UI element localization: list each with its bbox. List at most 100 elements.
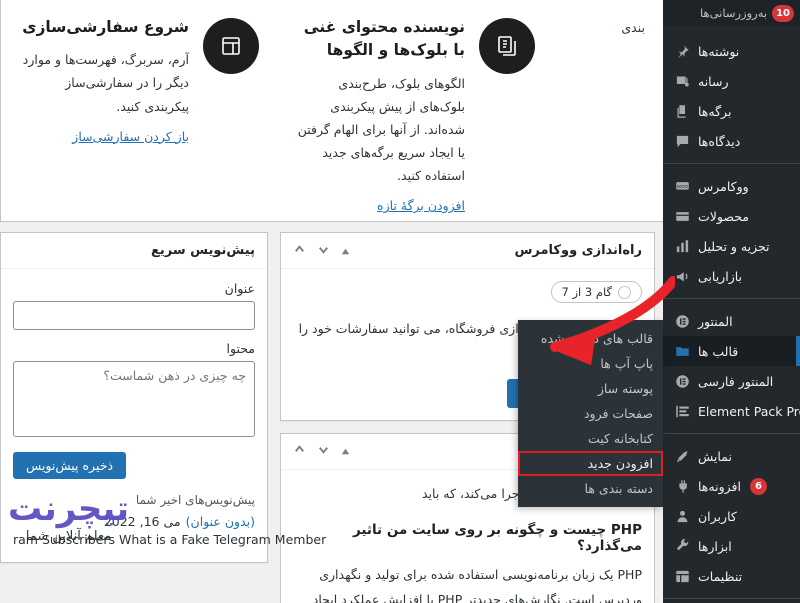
sidebar-separator xyxy=(663,298,800,299)
sidebar-item-label: المنتور فارسی xyxy=(698,373,774,389)
sidebar-item-label: بازاریابی xyxy=(698,268,743,284)
sidebar-item-10[interactable]: المنتور فارسی xyxy=(663,366,800,396)
plugins-icon xyxy=(673,477,691,495)
sidebar-item-label: افزونه‌ها xyxy=(698,478,741,494)
open-customizer-link[interactable]: باز کردن سفارشی‌ساز xyxy=(72,129,189,144)
svg-text:WOO: WOO xyxy=(677,183,689,188)
sidebar-item-label: المنتور xyxy=(698,313,733,329)
pin-icon xyxy=(673,42,691,60)
sidebar-item-label: ابزارها xyxy=(698,538,732,554)
quick-draft-content-textarea[interactable] xyxy=(13,361,255,437)
templates-icon xyxy=(673,342,691,360)
add-new-page-link[interactable]: افزودن برگهٔ تازه xyxy=(377,198,465,213)
analytics-icon xyxy=(673,237,691,255)
recent-draft-excerpt: ram Subscribers What is a Fake Telegram … xyxy=(13,532,327,547)
chevron-up-icon[interactable] xyxy=(293,243,306,259)
sidebar-separator xyxy=(663,433,800,434)
widget-quick-draft-header: پیش‌نویس سریع xyxy=(1,233,267,269)
sidebar-menu: نوشته‌ها رسانه برگه‌ها دیدگاه‌ها ووکامرس WOO م… xyxy=(663,36,800,603)
sidebar-item-label: ووکامرس xyxy=(698,178,749,194)
sidebar-top-gap xyxy=(663,26,800,36)
submenu-item-5[interactable]: افزودن جدید xyxy=(518,451,663,476)
templates-submenu-flyout: قالب های ذخیره شده پاپ آپ ها پوسته ساز صفحا… xyxy=(518,320,663,507)
sidebar-item-2[interactable]: برگه‌ها xyxy=(663,96,800,126)
submenu-item-3[interactable]: صفحات فرود xyxy=(518,401,663,426)
sidebar-item-3[interactable]: دیدگاه‌ها xyxy=(663,126,800,156)
sidebar-separator xyxy=(663,598,800,599)
elementor-icon xyxy=(673,312,691,330)
sidebar-item-label: Element Pack Pro xyxy=(698,403,800,419)
submenu-item-2[interactable]: پوسته ساز xyxy=(518,376,663,401)
sidebar-item-15[interactable]: ابزارها xyxy=(663,531,800,561)
dashboard-screen: بندی نویسنده محتوای غنی با بلوک‌ها و الگ… xyxy=(0,0,800,603)
widget-order-up-icon[interactable] xyxy=(341,243,350,259)
woo-icon: WOO xyxy=(673,177,691,195)
widget-site-health-controls xyxy=(293,443,350,459)
sidebar-item-count-badge: 6 xyxy=(749,477,767,495)
woocommerce-step-badge: گام 3 از 7 xyxy=(550,281,642,303)
admin-sidebar: 10 به‌روزرسانی‌ها نوشته‌ها رسانه برگه‌ها دی… xyxy=(663,0,800,603)
list-item: (بدون عنوان) می 16, 2022 ram Subscribers… xyxy=(13,511,327,550)
sidebar-item-label: برگه‌ها xyxy=(698,103,732,119)
users-icon xyxy=(673,507,691,525)
sidebar-item-7[interactable]: بازاریابی xyxy=(663,261,800,291)
marketing-icon xyxy=(673,267,691,285)
sidebar-item-14[interactable]: کاربران xyxy=(663,501,800,531)
sidebar-item-5[interactable]: محصولات xyxy=(663,201,800,231)
welcome-card-customize: شروع سفارشی‌سازی آرم، سربرگ، فهرست‌ها و … xyxy=(1,16,277,221)
pages-icon xyxy=(673,102,691,120)
recent-draft-date: می 16, 2022 xyxy=(103,514,181,529)
quick-draft-recent: پیش‌نویس‌های اخیر شما (بدون عنوان) می 16… xyxy=(13,479,327,550)
welcome-panel: بندی نویسنده محتوای غنی با بلوک‌ها و الگ… xyxy=(0,0,663,222)
chevron-down-icon[interactable] xyxy=(317,443,330,459)
sidebar-item-label: محصولات xyxy=(698,208,749,224)
quick-draft-content-label: محتوا xyxy=(226,341,255,356)
sidebar-item-6[interactable]: تجزیه و تحلیل xyxy=(663,231,800,261)
sidebar-item-1[interactable]: رسانه xyxy=(663,66,800,96)
recent-draft-title[interactable]: (بدون عنوان) xyxy=(186,514,255,529)
sidebar-item-11[interactable]: Element Pack Pro xyxy=(663,396,800,426)
sidebar-item-label: نمایش xyxy=(698,448,732,464)
submenu-item-4[interactable]: کتابخانه کیت xyxy=(518,426,663,451)
welcome-card-blocks-title: نویسنده محتوای غنی با بلوک‌ها و الگوها xyxy=(303,18,465,60)
chevron-up-icon[interactable] xyxy=(293,443,306,459)
quick-draft-title-input[interactable] xyxy=(13,301,255,330)
sidebar-item-label: نوشته‌ها xyxy=(698,43,740,59)
comment-icon xyxy=(673,132,691,150)
quick-draft-title-row: عنوان xyxy=(13,281,255,330)
sidebar-item-9[interactable]: قالب ها xyxy=(663,336,800,366)
widget-order-up-icon[interactable] xyxy=(341,443,350,459)
welcome-card-blocks: نویسنده محتوای غنی با بلوک‌ها و الگوها ا… xyxy=(277,16,553,221)
layout-icon xyxy=(203,18,259,74)
widget-quick-draft-body: عنوان محتوا ذخیره پیش‌نویس پیش‌نویس‌های … xyxy=(1,269,327,562)
chevron-down-icon[interactable] xyxy=(317,243,330,259)
sidebar-item-16[interactable]: تنظیمات xyxy=(663,561,800,591)
widget-woocommerce-controls xyxy=(293,243,350,259)
sidebar-item-label: رسانه xyxy=(698,73,729,89)
elementor-fa-icon xyxy=(673,372,691,390)
step-ring-icon xyxy=(618,285,631,299)
sidebar-item-13[interactable]: 6 افزونه‌ها xyxy=(663,471,800,501)
sidebar-item-label: تجزیه و تحلیل xyxy=(698,238,770,254)
sidebar-item-8[interactable]: المنتور xyxy=(663,306,800,336)
submenu-item-1[interactable]: پاپ آپ ها xyxy=(518,351,663,376)
appearance-icon xyxy=(673,447,691,465)
widget-quick-draft: پیش‌نویس سریع عنوان محتوا ذخیره پیش‌نویس xyxy=(0,232,327,563)
media-icon xyxy=(673,72,691,90)
save-draft-button[interactable]: ذخیره پیش‌نویس xyxy=(13,452,127,479)
recent-drafts-heading: پیش‌نویس‌های اخیر شما xyxy=(135,493,255,507)
quick-draft-title-label: عنوان xyxy=(224,281,255,296)
sidebar-item-0[interactable]: نوشته‌ها xyxy=(663,36,800,66)
admin-bar-updates[interactable]: 10 به‌روزرسانی‌ها xyxy=(663,0,800,26)
welcome-card-customize-title: شروع سفارشی‌سازی xyxy=(22,18,189,36)
sidebar-item-label: کاربران xyxy=(698,508,737,524)
site-health-heading: PHP چیست و چگونه بر روی سایت من تاثیر می… xyxy=(353,522,642,555)
welcome-card-blocks-body: الگوهای بلوک، طرح‌بندی بلوک‌های از پیش پ… xyxy=(297,75,465,184)
submenu-item-0[interactable]: قالب های ذخیره شده xyxy=(518,326,663,351)
sidebar-item-12[interactable]: نمایش xyxy=(663,441,800,471)
sidebar-item-4[interactable]: ووکامرس WOO xyxy=(663,171,800,201)
sidebar-item-label: دیدگاه‌ها xyxy=(698,133,741,149)
sidebar-separator xyxy=(663,163,800,164)
submenu-item-6[interactable]: دسته بندی ها xyxy=(518,476,663,501)
products-icon xyxy=(673,207,691,225)
